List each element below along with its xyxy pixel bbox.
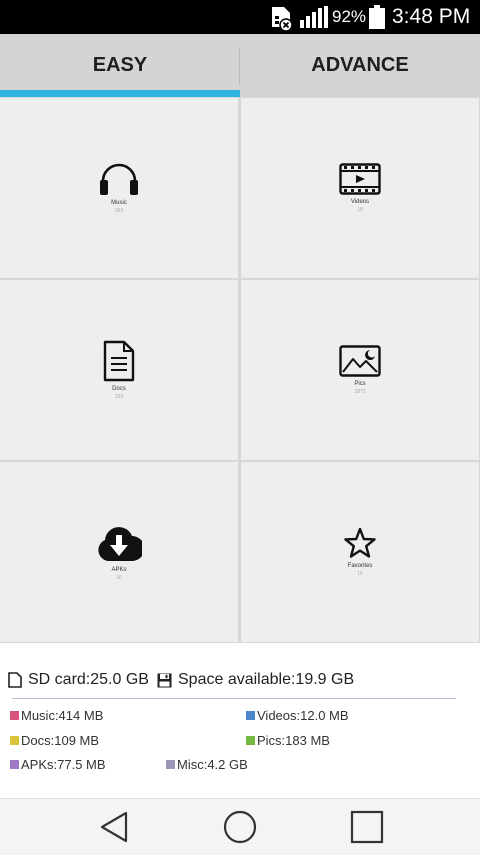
category-count: 363 xyxy=(114,208,124,214)
floppy-disk-icon xyxy=(157,673,172,687)
tab-easy[interactable]: EASY xyxy=(0,34,240,97)
legend-apks: APKs:77.5 MB xyxy=(10,757,106,772)
storage-summary: SD card:25.0 GB Space available:19.9 GB … xyxy=(0,643,480,798)
sd-card-text: SD card:25.0 GB xyxy=(28,671,149,688)
legend-swatch xyxy=(10,711,19,720)
category-label: APKs xyxy=(111,567,127,573)
tab-selected-indicator xyxy=(0,90,240,97)
category-videos[interactable]: Videos 18 xyxy=(241,98,479,278)
legend-swatch xyxy=(246,711,255,720)
navigation-bar xyxy=(0,798,480,855)
legend-videos: Videos:12.0 MB xyxy=(246,708,349,723)
category-label: Docs xyxy=(112,386,126,392)
category-music[interactable]: Music 363 xyxy=(0,98,238,278)
legend-swatch xyxy=(166,760,175,769)
battery-icon xyxy=(369,5,385,29)
legend-misc: Misc:4.2 GB xyxy=(166,757,248,772)
category-count: 16 xyxy=(116,575,122,581)
category-pics[interactable]: Pics 2872 xyxy=(241,280,479,460)
category-label: Pics xyxy=(354,381,366,387)
headphones-icon xyxy=(100,163,138,195)
legend-label: Misc:4.2 GB xyxy=(177,757,248,772)
divider xyxy=(12,698,456,699)
tab-bar: EASY ADVANCE xyxy=(0,34,480,97)
film-icon xyxy=(339,163,381,195)
category-grid: Music 363 Videos 18 Docs 263 Pics 2872 A… xyxy=(0,97,480,643)
star-icon xyxy=(344,527,376,558)
battery-percent: 92% xyxy=(332,7,367,26)
sd-card-info: SD card:25.0 GB xyxy=(8,671,149,689)
legend-label: APKs:77.5 MB xyxy=(21,757,106,772)
category-docs[interactable]: Docs 263 xyxy=(0,280,238,460)
category-label: Videos xyxy=(350,199,370,205)
legend-label: Docs:109 MB xyxy=(21,733,100,748)
category-count: 2872 xyxy=(354,389,366,395)
signal-icon xyxy=(300,6,328,28)
category-apks[interactable]: APKs 16 xyxy=(0,462,238,642)
document-icon xyxy=(103,340,135,382)
clock: 3:48 PM xyxy=(392,5,471,28)
legend-swatch xyxy=(10,736,19,745)
category-label: Favorites xyxy=(347,563,373,569)
image-icon xyxy=(339,345,381,377)
legend-music: Music:414 MB xyxy=(10,708,103,723)
legend-label: Pics:183 MB xyxy=(257,733,330,748)
space-available-text: Space available:19.9 GB xyxy=(178,671,355,688)
legend-swatch xyxy=(10,760,19,769)
legend-label: Videos:12.0 MB xyxy=(257,708,349,723)
sim-card-error-icon xyxy=(272,7,293,31)
cloud-download-icon xyxy=(98,527,142,561)
tab-advance[interactable]: ADVANCE xyxy=(240,34,480,97)
category-count: 10 xyxy=(357,571,363,577)
space-available-info: Space available:19.9 GB xyxy=(157,671,354,689)
legend-label: Music:414 MB xyxy=(21,708,104,723)
category-count: 18 xyxy=(357,207,363,213)
category-count: 263 xyxy=(114,394,124,400)
category-favorites[interactable]: Favorites 10 xyxy=(241,462,479,642)
category-label: Music xyxy=(111,200,127,206)
home-icon[interactable] xyxy=(221,808,259,846)
legend-docs: Docs:109 MB xyxy=(10,733,99,748)
legend-pics: Pics:183 MB xyxy=(246,733,330,748)
recent-apps-icon[interactable] xyxy=(348,808,386,846)
legend-swatch xyxy=(246,736,255,745)
status-bar: 92% 3:48 PM xyxy=(0,0,480,34)
sd-card-icon xyxy=(8,672,22,688)
back-icon[interactable] xyxy=(96,808,134,846)
